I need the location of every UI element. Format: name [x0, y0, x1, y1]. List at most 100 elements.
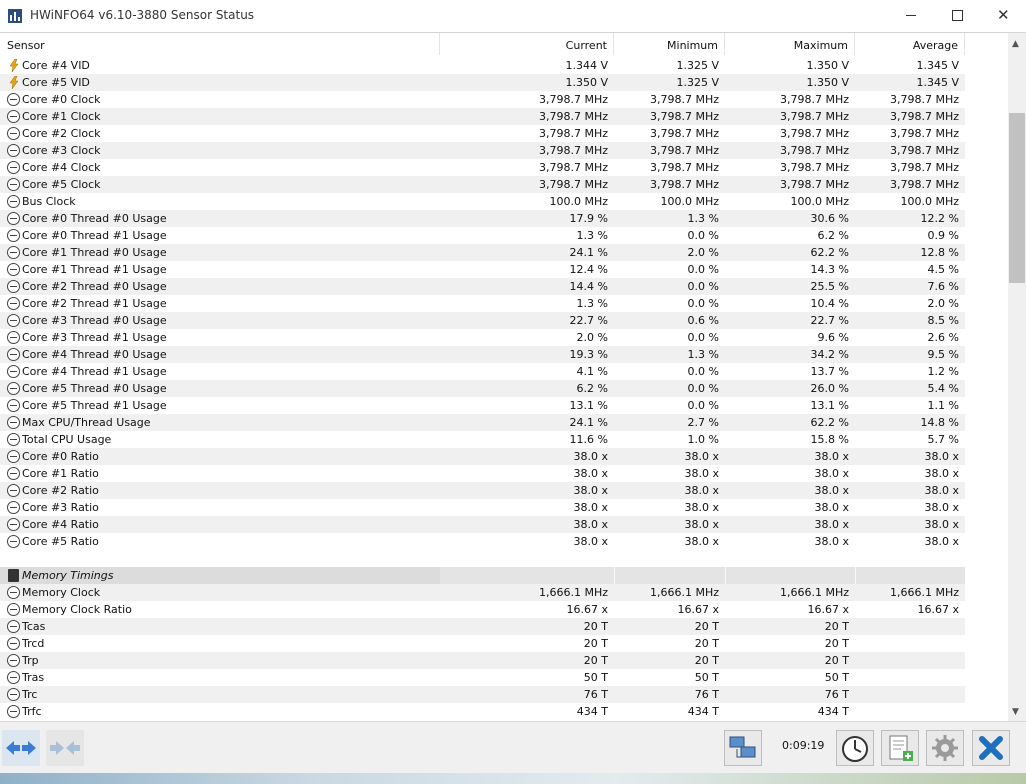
sensor-row[interactable]: Core #5 Thread #1 Usage 13.1 % 0.0 % 13.1 %… [0, 397, 1008, 414]
minimize-button[interactable] [888, 0, 934, 32]
sensor-row[interactable]: Core #4 VID 1.344 V 1.325 V 1.350 V 1.345 V [0, 57, 1008, 74]
sensor-row[interactable]: Core #2 Ratio 38.0 x 38.0 x 38.0 x 38.0 x [0, 482, 1008, 499]
cell-average: 1.345 V [916, 76, 959, 89]
sensor-row[interactable]: Core #3 Thread #1 Usage 2.0 % 0.0 % 9.6 % 2.… [0, 329, 1008, 346]
clock-icon [7, 654, 20, 667]
cell-maximum: 3,798.7 MHz [779, 161, 849, 174]
clock-icon [7, 127, 20, 140]
cell-maximum: 3,798.7 MHz [779, 110, 849, 123]
cell-maximum: 6.2 % [817, 229, 849, 242]
sensor-row[interactable]: Core #0 Clock 3,798.7 MHz 3,798.7 MHz 3,798… [0, 91, 1008, 108]
scroll-up-arrow-icon[interactable]: ▲ [1012, 39, 1019, 49]
cell-maximum: 38.0 x [814, 535, 850, 548]
cell-minimum: 3,798.7 MHz [649, 178, 719, 191]
cell-current: 100.0 MHz [549, 195, 608, 208]
sensor-row[interactable]: Core #5 Ratio 38.0 x 38.0 x 38.0 x 38.0 x [0, 533, 1008, 550]
sensor-row[interactable]: Core #4 Thread #0 Usage 19.3 % 1.3 % 34.2 %… [0, 346, 1008, 363]
section-header-row[interactable]: Memory Timings [0, 567, 1008, 584]
column-header-sensor[interactable]: Sensor [0, 33, 440, 55]
sensor-row[interactable]: Core #1 Ratio 38.0 x 38.0 x 38.0 x 38.0 x [0, 465, 1008, 482]
sensor-row[interactable]: Core #4 Thread #1 Usage 4.1 % 0.0 % 13.7 % 1… [0, 363, 1008, 380]
sensor-row[interactable]: Core #0 Thread #0 Usage 17.9 % 1.3 % 30.6 %… [0, 210, 1008, 227]
column-header-minimum[interactable]: Minimum [614, 33, 725, 55]
row-gutter [965, 176, 1008, 193]
column-header-average[interactable]: Average [855, 33, 965, 55]
close-window-button[interactable]: ✕ [980, 0, 1026, 32]
cell-maximum: 9.6 % [817, 331, 849, 344]
cell-average: 38.0 x [924, 467, 960, 480]
sensor-row[interactable]: Core #3 Ratio 38.0 x 38.0 x 38.0 x 38.0 x [0, 499, 1008, 516]
scroll-down-arrow-icon[interactable]: ▼ [1012, 707, 1019, 717]
sensor-row[interactable]: Tras 50 T 50 T 50 T [0, 669, 1008, 686]
expand-columns-button[interactable] [2, 730, 40, 766]
cell-name: Core #5 Thread #1 Usage [22, 399, 167, 412]
log-report-button[interactable] [881, 730, 919, 766]
sensor-row[interactable]: Core #3 Thread #0 Usage 22.7 % 0.6 % 22.7 %… [0, 312, 1008, 329]
settings-button[interactable] [926, 730, 964, 766]
sensor-row[interactable]: Memory Clock Ratio 16.67 x 16.67 x 16.67 x 1… [0, 601, 1008, 618]
sensor-row[interactable]: Trp 20 T 20 T 20 T [0, 652, 1008, 669]
sensor-row[interactable]: Core #0 Ratio 38.0 x 38.0 x 38.0 x 38.0 x [0, 448, 1008, 465]
sensor-row[interactable]: Core #2 Thread #0 Usage 14.4 % 0.0 % 25.5 %… [0, 278, 1008, 295]
clock-icon [7, 620, 20, 633]
maximize-button[interactable] [934, 0, 980, 32]
sensor-row[interactable]: Core #2 Thread #1 Usage 1.3 % 0.0 % 10.4 % 2… [0, 295, 1008, 312]
cell-maximum: 76 T [824, 688, 849, 701]
scrollbar-thumb[interactable] [1009, 113, 1025, 283]
row-gutter [965, 278, 1008, 295]
sensor-row[interactable]: Max CPU/Thread Usage 24.1 % 2.7 % 62.2 % 14.… [0, 414, 1008, 431]
cell-name: Trcd [22, 637, 45, 650]
close-sensors-button[interactable] [972, 730, 1010, 766]
cell-average [855, 703, 965, 720]
sensor-row[interactable]: Trc 76 T 76 T 76 T [0, 686, 1008, 703]
cell-maximum: 3,798.7 MHz [779, 178, 849, 191]
sensor-row[interactable]: Core #1 Thread #0 Usage 24.1 % 2.0 % 62.2 %… [0, 244, 1008, 261]
cell-name: Core #1 Clock [22, 110, 101, 123]
sensor-row[interactable]: Trcd 20 T 20 T 20 T [0, 635, 1008, 652]
clock-icon [7, 212, 20, 225]
column-header-current[interactable]: Current [440, 33, 614, 55]
cell-average: 14.8 % [920, 416, 959, 429]
sensor-row[interactable]: Core #5 VID 1.350 V 1.325 V 1.350 V 1.345 V [0, 74, 1008, 91]
cell-name: Core #2 Clock [22, 127, 101, 140]
close-x-icon [979, 736, 1003, 760]
sensor-row[interactable]: Bus Clock 100.0 MHz 100.0 MHz 100.0 MHz 100.… [0, 193, 1008, 210]
clock-icon [7, 93, 20, 106]
cell-minimum: 1.325 V [676, 59, 719, 72]
network-monitor-button[interactable] [724, 730, 762, 766]
cell-average: 2.6 % [927, 331, 959, 344]
vertical-scrollbar[interactable]: ▲ ▼ [1008, 33, 1026, 721]
sensor-row[interactable]: Core #4 Ratio 38.0 x 38.0 x 38.0 x 38.0 x [0, 516, 1008, 533]
sensor-row[interactable]: Tcas 20 T 20 T 20 T [0, 618, 1008, 635]
voltage-icon [9, 59, 19, 72]
cell-name: Core #0 Thread #1 Usage [22, 229, 167, 242]
cell-name: Core #0 Clock [22, 93, 101, 106]
collapse-columns-button[interactable] [46, 730, 84, 766]
cell-minimum: 2.7 % [687, 416, 719, 429]
column-header-maximum[interactable]: Maximum [725, 33, 855, 55]
sensor-row[interactable]: Core #1 Thread #1 Usage 12.4 % 0.0 % 14.3 %… [0, 261, 1008, 278]
cell-current: 434 T [576, 705, 608, 718]
cell-minimum: 20 T [694, 637, 719, 650]
memory-chip-icon [8, 569, 19, 582]
minimize-icon [906, 15, 916, 16]
cell-current: 38.0 x [573, 467, 609, 480]
sensor-row[interactable]: Core #3 Clock 3,798.7 MHz 3,798.7 MHz 3,798… [0, 142, 1008, 159]
sensor-row[interactable]: Core #4 Clock 3,798.7 MHz 3,798.7 MHz 3,798… [0, 159, 1008, 176]
cell-average: 100.0 MHz [900, 195, 959, 208]
clock-icon [7, 382, 20, 395]
sensor-row[interactable]: Core #0 Thread #1 Usage 1.3 % 0.0 % 6.2 % 0.… [0, 227, 1008, 244]
sensor-row[interactable]: Total CPU Usage 11.6 % 1.0 % 15.8 % 5.7 % [0, 431, 1008, 448]
sensor-row[interactable]: Core #5 Clock 3,798.7 MHz 3,798.7 MHz 3,798… [0, 176, 1008, 193]
title-bar[interactable]: HWiNFO64 v6.10-3880 Sensor Status ✕ [0, 0, 1026, 32]
sensor-row[interactable]: Core #2 Clock 3,798.7 MHz 3,798.7 MHz 3,798… [0, 125, 1008, 142]
reset-clock-button[interactable] [836, 730, 874, 766]
sensor-row[interactable]: Memory Clock 1,666.1 MHz 1,666.1 MHz 1,666.… [0, 584, 1008, 601]
sensor-grid[interactable]: Sensor Current Minimum Maximum Average C… [0, 32, 1026, 721]
cell-current: 3,798.7 MHz [538, 93, 608, 106]
cell-current: 11.6 % [569, 433, 608, 446]
cell-current: 16.67 x [566, 603, 609, 616]
sensor-row[interactable]: Core #1 Clock 3,798.7 MHz 3,798.7 MHz 3,798… [0, 108, 1008, 125]
sensor-row[interactable]: Core #5 Thread #0 Usage 6.2 % 0.0 % 26.0 % 5… [0, 380, 1008, 397]
sensor-row[interactable]: Trfc 434 T 434 T 434 T [0, 703, 1008, 720]
